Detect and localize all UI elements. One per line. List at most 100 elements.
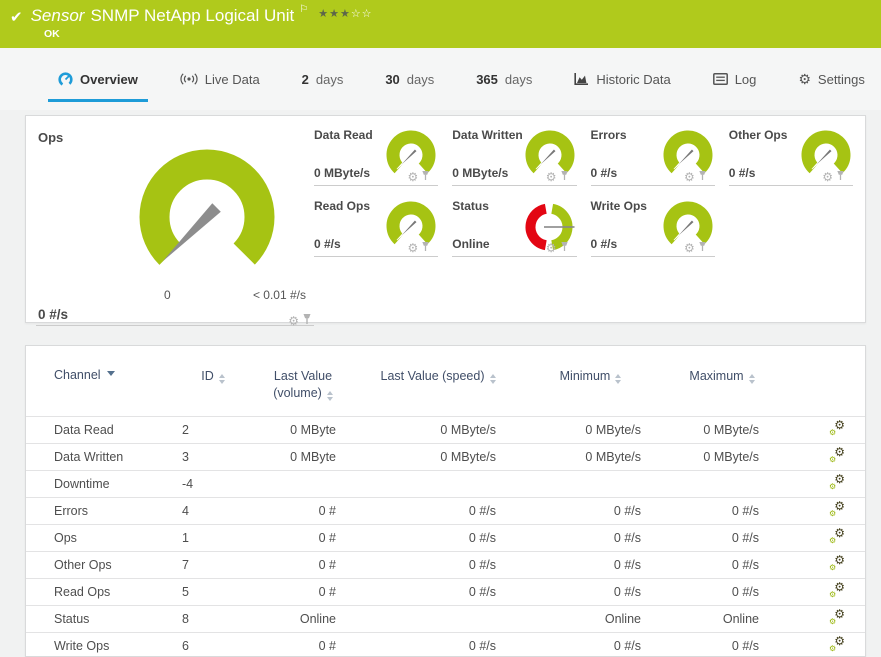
column-header-channel[interactable]: Channel (26, 362, 178, 416)
pin-icon[interactable] (421, 168, 430, 186)
table-row: Errors 4 0 # 0 #/s 0 #/s 0 #/s ⚙⚙ (26, 497, 865, 524)
column-header-last-value-volume[interactable]: Last Value (volume) (248, 362, 358, 416)
gear-icon[interactable]: ⚙ (546, 171, 557, 183)
channel-settings-icon[interactable]: ⚙⚙ (829, 475, 845, 490)
column-label: Maximum (689, 369, 743, 383)
sort-icon (219, 374, 225, 384)
tab-label: Overview (80, 72, 138, 87)
channel-settings-icon[interactable]: ⚙⚙ (829, 448, 845, 463)
tab-live-data[interactable]: Live Data (174, 48, 266, 110)
live-data-icon (180, 73, 198, 85)
channel-id: 6 (178, 632, 248, 657)
column-header-maximum[interactable]: Maximum (663, 362, 781, 416)
channel-settings-icon[interactable]: ⚙⚙ (829, 529, 845, 544)
channel-settings-icon[interactable]: ⚙⚙ (829, 583, 845, 598)
gauge-cell-errors: Errors 0 #/s ⚙ (591, 127, 715, 186)
channel-name: Read Ops (26, 578, 178, 605)
tab-2-days[interactable]: 2 days (296, 48, 350, 110)
pin-icon[interactable] (698, 239, 707, 257)
pin-icon[interactable] (302, 312, 312, 330)
last-value-volume: 0 # (248, 524, 358, 551)
priority-stars[interactable]: ★★★☆☆ (318, 7, 372, 20)
tab-label: days (407, 72, 434, 87)
pin-icon[interactable] (560, 168, 569, 186)
minimum-value: 0 #/s (518, 632, 663, 657)
channel-settings-icon[interactable]: ⚙⚙ (829, 610, 845, 625)
table-row: Ops 1 0 # 0 #/s 0 #/s 0 #/s ⚙⚙ (26, 524, 865, 551)
tab-settings[interactable]: ⚙ Settings (792, 48, 871, 110)
gauge-value: 0 #/s (591, 166, 618, 180)
channel-id: 2 (178, 416, 248, 443)
gear-icon[interactable]: ⚙ (684, 242, 695, 254)
minimum-value: 0 #/s (518, 578, 663, 605)
column-label: Channel (54, 368, 101, 382)
table-row: Read Ops 5 0 # 0 #/s 0 #/s 0 #/s ⚙⚙ (26, 578, 865, 605)
channel-settings-icon[interactable]: ⚙⚙ (829, 421, 845, 436)
tab-number: 365 (476, 72, 498, 87)
channel-id: 8 (178, 605, 248, 632)
column-label: Last Value (volume) (273, 369, 332, 400)
last-value-speed (358, 470, 518, 497)
check-icon: ✔ (10, 8, 23, 26)
pin-icon[interactable] (560, 239, 569, 257)
column-header-last-value-speed[interactable]: Last Value (speed) (358, 362, 518, 416)
channel-settings-icon[interactable]: ⚙⚙ (829, 502, 845, 517)
gauge-value: 0 #/s (729, 166, 756, 180)
gauge-value: 0 #/s (314, 237, 341, 251)
gear-icon: ⚙ (829, 591, 836, 599)
last-value-volume (248, 470, 358, 497)
minimum-value: 0 #/s (518, 551, 663, 578)
last-value-speed: 0 #/s (358, 524, 518, 551)
minimum-value: Online (518, 605, 663, 632)
table-row: Other Ops 7 0 # 0 #/s 0 #/s 0 #/s ⚙⚙ (26, 551, 865, 578)
gear-icon[interactable]: ⚙ (288, 315, 299, 327)
channel-id: 3 (178, 443, 248, 470)
pin-icon[interactable] (698, 168, 707, 186)
pin-icon[interactable] (421, 239, 430, 257)
channel-name: Status (26, 605, 178, 632)
tab-label: Settings (818, 72, 865, 87)
sensor-title-line: ✔ Sensor SNMP NetApp Logical Unit ⚐ ★★★☆… (10, 6, 373, 26)
gear-icon[interactable]: ⚙ (546, 242, 557, 254)
tab-overview[interactable]: Overview (52, 48, 144, 110)
gauge-cell-write-ops: Write Ops 0 #/s ⚙ (591, 198, 715, 257)
table-row: Status 8 Online Online Online ⚙⚙ (26, 605, 865, 632)
sensor-status-header: ✔ Sensor SNMP NetApp Logical Unit ⚐ ★★★☆… (0, 0, 881, 48)
maximum-value: 0 #/s (663, 551, 781, 578)
channel-settings-icon[interactable]: ⚙⚙ (829, 637, 845, 652)
gear-icon[interactable]: ⚙ (684, 171, 695, 183)
column-header-minimum[interactable]: Minimum (518, 362, 663, 416)
table-row: Write Ops 6 0 # 0 #/s 0 #/s 0 #/s ⚙⚙ (26, 632, 865, 657)
gauge-label: Read Ops (314, 199, 370, 213)
channel-id: 7 (178, 551, 248, 578)
tab-30-days[interactable]: 30 days (379, 48, 440, 110)
last-value-volume: 0 MByte (248, 416, 358, 443)
gauge-cell-data-read: Data Read 0 MByte/s ⚙ (314, 127, 438, 186)
gear-icon: ⚙ (829, 537, 836, 545)
flag-icon[interactable]: ⚐ (299, 4, 308, 15)
pin-icon[interactable] (836, 168, 845, 186)
channel-settings-icon[interactable]: ⚙⚙ (829, 556, 845, 571)
minimum-value: 0 #/s (518, 497, 663, 524)
tab-365-days[interactable]: 365 days (470, 48, 538, 110)
gear-icon[interactable]: ⚙ (407, 242, 418, 254)
last-value-speed (358, 605, 518, 632)
tab-label: Log (735, 72, 757, 87)
column-header-id[interactable]: ID (178, 362, 248, 416)
gear-icon: ⚙ (829, 483, 836, 491)
gauge-icon (58, 72, 73, 87)
last-value-volume: 0 # (248, 497, 358, 524)
gauge-cell-read-ops: Read Ops 0 #/s ⚙ (314, 198, 438, 257)
tab-historic-data[interactable]: Historic Data (568, 48, 676, 110)
column-label: Last Value (speed) (381, 369, 485, 383)
sort-icon (615, 374, 621, 384)
channel-id: 5 (178, 578, 248, 605)
tab-log[interactable]: Log (707, 48, 763, 110)
minimum-value: 0 #/s (518, 524, 663, 551)
last-value-speed: 0 #/s (358, 632, 518, 657)
gear-icon[interactable]: ⚙ (822, 171, 833, 183)
gauge-value: 0 MByte/s (452, 166, 508, 180)
gear-icon[interactable]: ⚙ (407, 171, 418, 183)
tab-label: days (316, 72, 343, 87)
channel-table: Channel ID Last Value (volume) Last Valu… (26, 362, 865, 657)
